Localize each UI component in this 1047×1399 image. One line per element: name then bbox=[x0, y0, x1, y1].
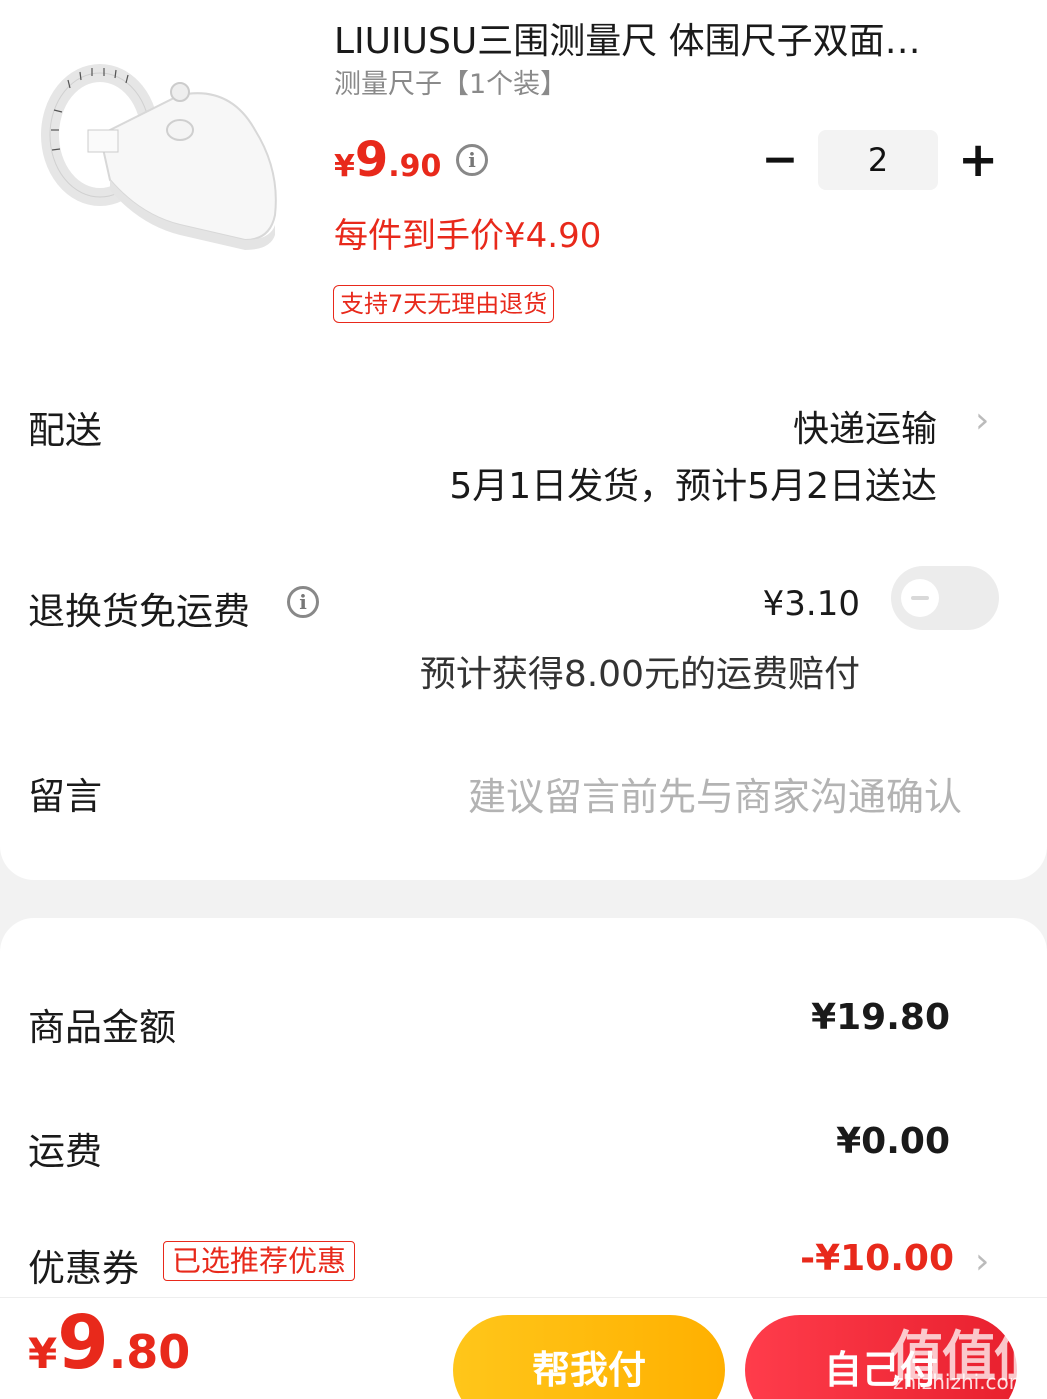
delivery-type[interactable]: 快递运输 bbox=[793, 400, 937, 452]
return-insurance-toggle[interactable] bbox=[891, 566, 999, 630]
product-title[interactable]: LIUIUSU三围测量尺 体围尺子双面… bbox=[334, 12, 984, 64]
goods-amount-value: ¥19.80 bbox=[811, 997, 950, 1038]
price-integer: 9 bbox=[354, 132, 389, 188]
message-label: 留言 bbox=[28, 775, 102, 818]
toggle-knob bbox=[901, 579, 939, 617]
total-integer: 9 bbox=[57, 1300, 109, 1386]
product-spec[interactable]: 测量尺子【1个装】 bbox=[334, 62, 567, 101]
coupon-value[interactable]: -¥10.00 bbox=[800, 1238, 954, 1279]
total-price: ¥9.80 bbox=[28, 1300, 190, 1386]
coupon-recommended-badge: 已选推荐优惠 bbox=[163, 1241, 356, 1281]
return-insurance-label: 退换货免运费 bbox=[28, 590, 250, 633]
quantity-increase-button[interactable]: + bbox=[958, 136, 998, 184]
price-info-icon[interactable]: i bbox=[456, 144, 488, 176]
product-price: ¥9.90 bbox=[334, 132, 441, 188]
quantity-input[interactable]: 2 bbox=[818, 130, 938, 190]
message-input[interactable]: 建议留言前先与商家沟通确认 bbox=[468, 766, 962, 821]
price-decimal: .90 bbox=[388, 149, 442, 184]
help-me-pay-button[interactable]: 帮我付 bbox=[453, 1315, 725, 1399]
site-watermark-url: zhizhizhi.com bbox=[893, 1370, 1029, 1394]
delivery-date: 5月1日发货，预计5月2日送达 bbox=[449, 466, 937, 507]
quantity-decrease-button[interactable]: − bbox=[760, 138, 800, 184]
return-insurance-compensation: 预计获得8.00元的运费赔付 bbox=[419, 654, 860, 695]
total-decimal: .80 bbox=[108, 1325, 191, 1379]
return-insurance-info-icon[interactable]: i bbox=[287, 586, 319, 618]
delivery-label: 配送 bbox=[28, 409, 102, 452]
coupon-label: 优惠券 bbox=[28, 1247, 139, 1290]
shipping-fee-label: 运费 bbox=[28, 1130, 102, 1173]
total-currency: ¥ bbox=[28, 1329, 58, 1378]
unit-price: 每件到手价¥4.90 bbox=[334, 216, 602, 256]
delivery-chevron-icon[interactable]: › bbox=[975, 400, 989, 441]
shipping-fee-value: ¥0.00 bbox=[836, 1121, 950, 1162]
price-currency: ¥ bbox=[334, 149, 355, 184]
return-insurance-amount: ¥3.10 bbox=[762, 584, 860, 624]
coupon-chevron-icon[interactable]: › bbox=[975, 1241, 989, 1282]
goods-amount-label: 商品金额 bbox=[28, 1006, 176, 1049]
product-thumbnail[interactable] bbox=[30, 40, 300, 270]
return-policy-badge: 支持7天无理由退货 bbox=[333, 285, 555, 323]
